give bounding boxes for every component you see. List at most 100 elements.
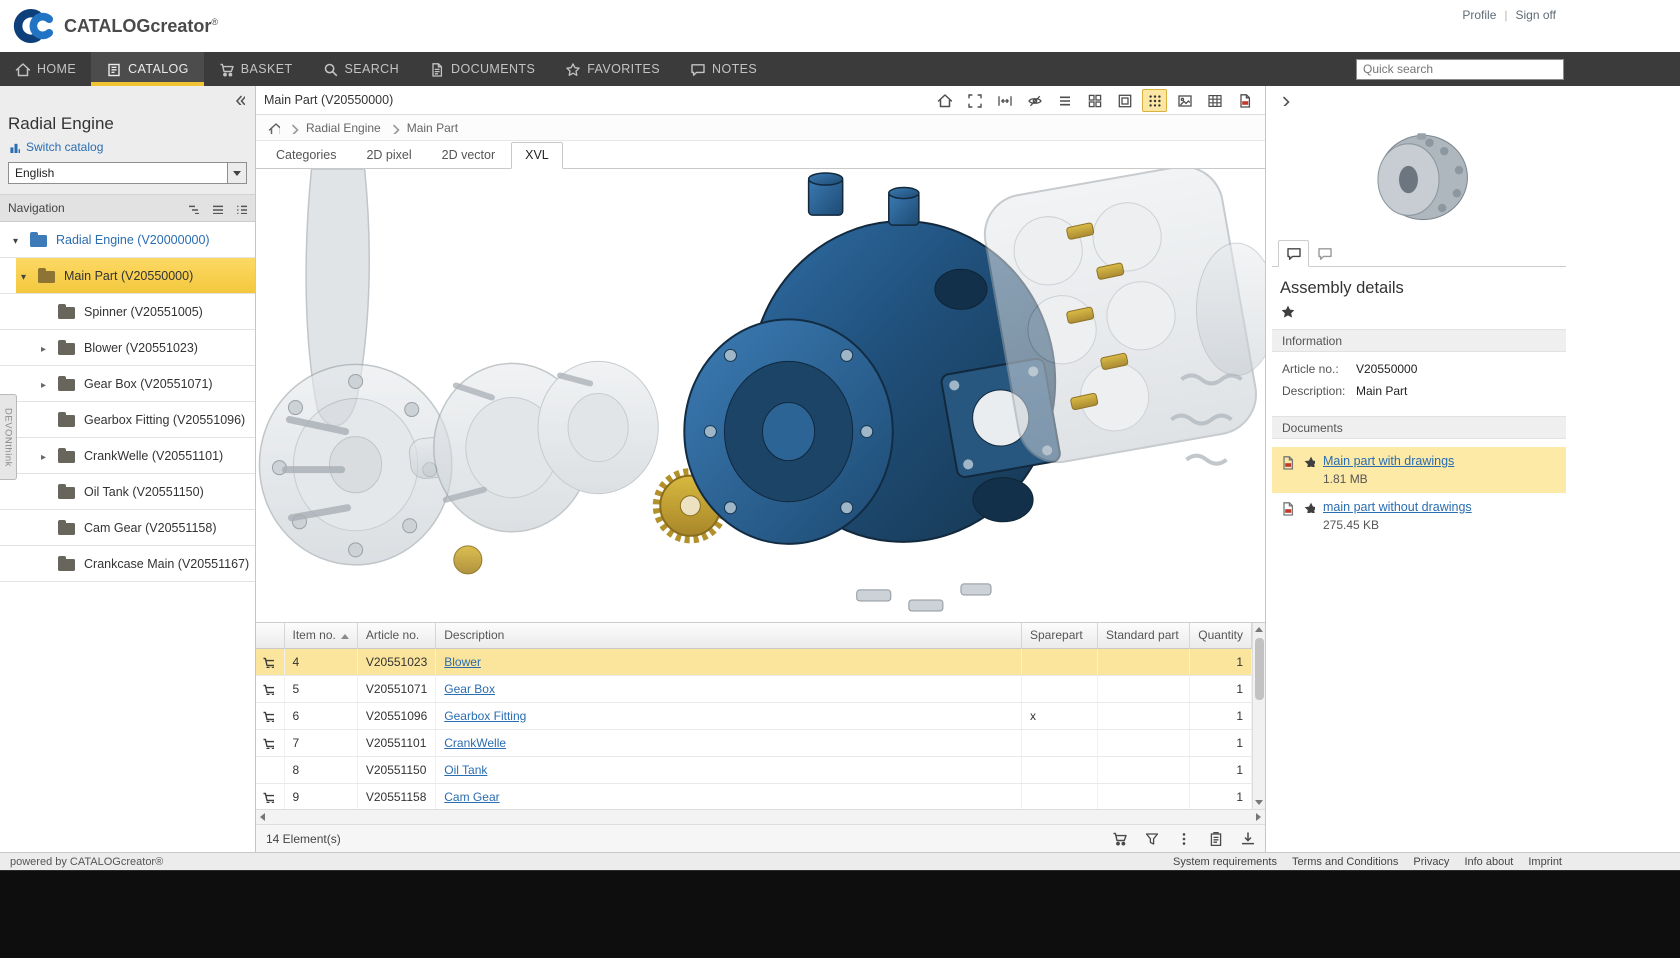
tree-item-blower[interactable]: Blower (V20551023) [0, 330, 255, 366]
tree-view-compact-icon[interactable] [235, 202, 247, 214]
scroll-right-button[interactable] [1256, 813, 1261, 821]
tree-item-main-part[interactable]: Main Part (V20550000) [0, 258, 255, 294]
more-options-icon[interactable] [1176, 831, 1191, 846]
profile-link[interactable]: Profile [1462, 8, 1496, 22]
terms-link[interactable]: Terms and Conditions [1292, 856, 1398, 868]
nav-item-favorites[interactable]: FAVORITES [550, 52, 675, 86]
part-link[interactable]: Gearbox Fitting [444, 709, 526, 723]
part-link[interactable]: CrankWelle [444, 736, 506, 750]
image-view-button[interactable] [1172, 89, 1197, 112]
table-row-cam-gear[interactable]: 9V20551158 Cam Gear 1 [256, 783, 1252, 810]
add-to-cart-icon[interactable] [262, 710, 274, 722]
table-view-button[interactable] [1202, 89, 1227, 112]
tab-2d-pixel[interactable]: 2D pixel [352, 142, 425, 169]
part-thumbnail[interactable] [1354, 128, 1484, 228]
thumbnail-view-button[interactable] [1142, 89, 1167, 112]
table-row-crankwelle[interactable]: 7V20551101 CrankWelle 1 [256, 729, 1252, 756]
col-quantity[interactable]: Quantity [1190, 623, 1252, 648]
quick-search-input[interactable] [1356, 59, 1564, 80]
imprint-link[interactable]: Imprint [1528, 856, 1562, 868]
col-standard-part[interactable]: Standard part [1098, 623, 1190, 648]
add-to-cart-icon[interactable] [262, 656, 274, 668]
table-row-gearbox-fitting[interactable]: 6V20551096 Gearbox Fitting x 1 [256, 702, 1252, 729]
tree-item-radial-engine[interactable]: Radial Engine (V20000000) [0, 222, 255, 258]
breadcrumb-home-icon[interactable] [268, 122, 280, 134]
scroll-up-button[interactable] [1253, 623, 1266, 636]
viewer-home-button[interactable] [932, 89, 957, 112]
nav-item-home[interactable]: HOME [0, 52, 91, 86]
dropdown-arrow-icon[interactable] [227, 163, 246, 183]
part-link[interactable]: Cam Gear [444, 790, 499, 804]
nav-item-documents[interactable]: DOCUMENTS [414, 52, 550, 86]
collapse-sidebar-icon[interactable] [233, 93, 245, 105]
document-favorite-star-icon[interactable] [1303, 501, 1315, 513]
tree-item-gear-box[interactable]: Gear Box (V20551071) [0, 366, 255, 402]
nav-item-search[interactable]: SEARCH [308, 52, 415, 86]
add-to-cart-icon[interactable] [262, 791, 274, 803]
document-link[interactable]: Main part with drawings [1323, 454, 1454, 468]
col-article-no[interactable]: Article no. [357, 623, 435, 648]
document-link[interactable]: main part without drawings [1323, 500, 1472, 514]
document-row-with-drawings[interactable]: Main part with drawings 1.81 MB [1272, 447, 1566, 493]
copy-list-icon[interactable] [1208, 831, 1223, 846]
document-row-without-drawings[interactable]: main part without drawings 275.45 KB [1272, 493, 1566, 539]
fullscreen-button[interactable] [962, 89, 987, 112]
scrollbar-thumb[interactable] [1255, 638, 1264, 700]
tab-categories[interactable]: Categories [262, 142, 350, 169]
tab-details[interactable] [1278, 240, 1309, 267]
catalogcreator-logo[interactable]: CATALOGcreator® [10, 7, 218, 45]
scrollbar-track[interactable] [1253, 636, 1266, 796]
tree-item-oil-tank[interactable]: Oil Tank (V20551150) [0, 474, 255, 510]
tree-expander-icon[interactable] [38, 377, 49, 391]
tab-comments[interactable] [1309, 240, 1340, 267]
switch-catalog-link[interactable]: Switch catalog [8, 140, 247, 154]
fit-width-button[interactable] [992, 89, 1017, 112]
filter-icon[interactable] [1144, 831, 1159, 846]
visibility-off-button[interactable] [1022, 89, 1047, 112]
tab-xvl[interactable]: XVL [511, 142, 563, 169]
frame-view-button[interactable] [1112, 89, 1137, 112]
system-requirements-link[interactable]: System requirements [1173, 856, 1277, 868]
document-favorite-star-icon[interactable] [1303, 455, 1315, 467]
tree-expander-icon[interactable] [18, 269, 29, 283]
nav-item-notes[interactable]: NOTES [675, 52, 772, 86]
favorite-star-icon[interactable] [1280, 304, 1295, 319]
col-sparepart[interactable]: Sparepart [1022, 623, 1098, 648]
signoff-link[interactable]: Sign off [1516, 8, 1556, 22]
devonthink-clipper-tab[interactable]: DEVONthink [0, 394, 17, 480]
nav-item-catalog[interactable]: CATALOG [91, 52, 204, 86]
list-view-button[interactable] [1052, 89, 1077, 112]
privacy-link[interactable]: Privacy [1413, 856, 1449, 868]
add-to-cart-icon[interactable] [262, 683, 274, 695]
expand-panel-icon[interactable] [1278, 94, 1290, 106]
part-link[interactable]: Gear Box [444, 682, 495, 696]
tree-expander-icon[interactable] [10, 233, 21, 247]
part-link[interactable]: Oil Tank [444, 763, 487, 777]
3d-viewer-canvas[interactable] [256, 169, 1265, 622]
tree-item-crankcase-main[interactable]: Crankcase Main (V20551167) [0, 546, 255, 582]
table-row-blower[interactable]: 4V20551023 Blower 1 [256, 648, 1252, 675]
tree-item-spinner[interactable]: Spinner (V20551005) [0, 294, 255, 330]
tree-view-indent-icon[interactable] [187, 202, 199, 214]
download-icon[interactable] [1240, 831, 1255, 846]
breadcrumb-main-part[interactable]: Main Part [407, 121, 458, 135]
breadcrumb-radial-engine[interactable]: Radial Engine [306, 121, 381, 135]
info-about-link[interactable]: Info about [1464, 856, 1513, 868]
tree-expander-icon[interactable] [38, 449, 49, 463]
tree-view-flat-icon[interactable] [211, 202, 223, 214]
table-horizontal-scrollbar[interactable] [256, 809, 1265, 824]
tab-2d-vector[interactable]: 2D vector [428, 142, 510, 169]
pdf-export-button[interactable] [1232, 89, 1257, 112]
add-to-cart-icon[interactable] [262, 737, 274, 749]
tree-item-gearbox-fitting[interactable]: Gearbox Fitting (V20551096) [0, 402, 255, 438]
tree-item-crankwelle[interactable]: CrankWelle (V20551101) [0, 438, 255, 474]
table-row-oil-tank[interactable]: 8V20551150 Oil Tank 1 [256, 756, 1252, 783]
nav-item-basket[interactable]: BASKET [204, 52, 308, 86]
tree-item-cam-gear[interactable]: Cam Gear (V20551158) [0, 510, 255, 546]
language-select[interactable]: English [8, 162, 247, 184]
scroll-down-button[interactable] [1253, 796, 1266, 809]
scroll-left-button[interactable] [260, 813, 265, 821]
tile-view-button[interactable] [1082, 89, 1107, 112]
table-vertical-scrollbar[interactable] [1252, 623, 1265, 809]
col-description[interactable]: Description [436, 623, 1022, 648]
